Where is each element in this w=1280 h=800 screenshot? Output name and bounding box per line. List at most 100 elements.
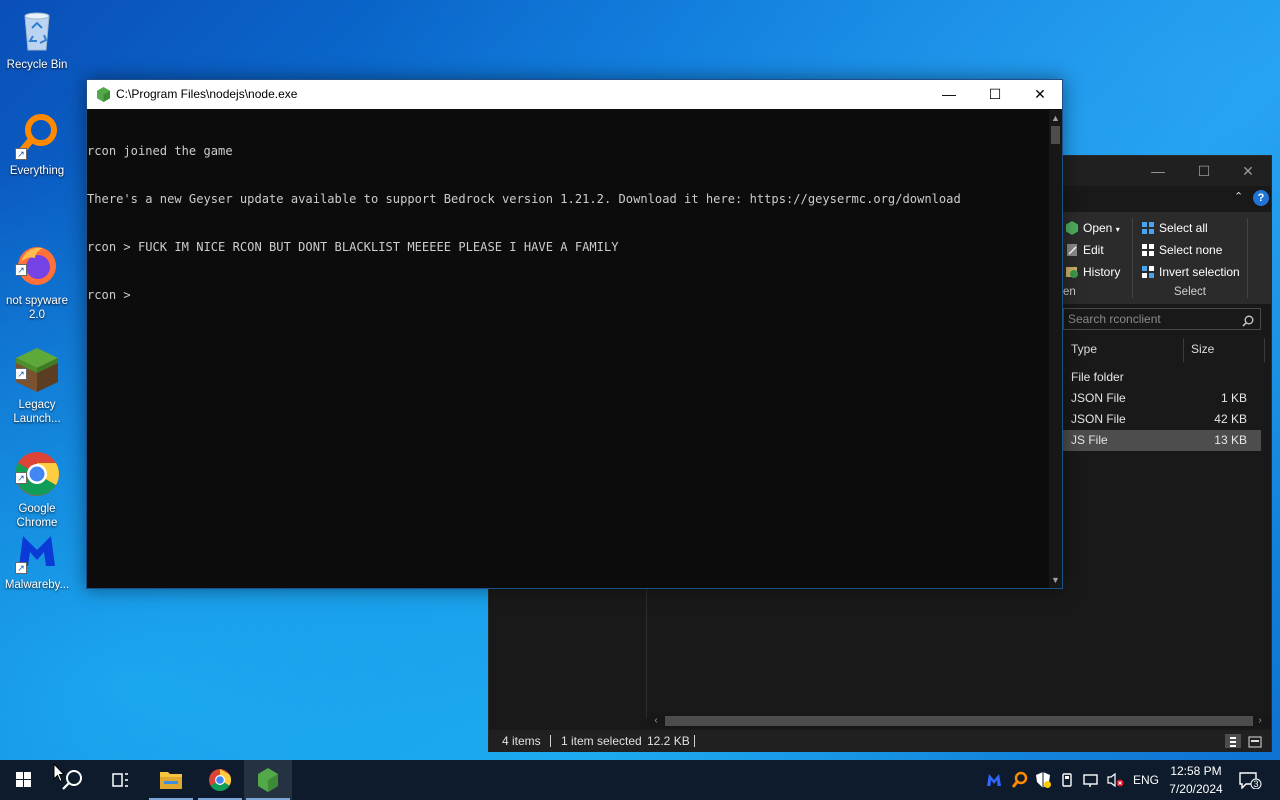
- file-row[interactable]: JSON File 1 KB: [1063, 388, 1261, 409]
- explorer-minimize-button[interactable]: —: [1135, 156, 1181, 186]
- file-type: JSON File: [1071, 412, 1126, 426]
- explorer-close-button[interactable]: ✕: [1225, 156, 1271, 186]
- recycle-bin-icon: [13, 6, 61, 54]
- firefox-icon: ↗: [13, 228, 61, 285]
- taskbar-file-explorer[interactable]: [147, 760, 195, 800]
- search-icon[interactable]: [1242, 313, 1254, 327]
- scrollbar-thumb[interactable]: [1051, 126, 1060, 144]
- taskbar: ENG 12:58 PM 7/20/2024 3: [0, 760, 1280, 800]
- nodejs-icon: [258, 768, 278, 792]
- desktop-icon-label: Everything: [9, 165, 65, 177]
- horizontal-scrollbar[interactable]: ‹ ›: [647, 714, 1271, 728]
- node-console-window[interactable]: C:\Program Files\nodejs\node.exe — ☐ ✕ r…: [86, 79, 1063, 589]
- taskbar-google-chrome[interactable]: [196, 760, 244, 800]
- file-type: File folder: [1071, 370, 1124, 384]
- ribbon-invert-selection-label: Invert selection: [1159, 265, 1240, 279]
- column-divider[interactable]: [1264, 338, 1265, 362]
- shortcut-arrow-icon: ↗: [15, 264, 27, 276]
- ribbon-open-button[interactable]: Open ▾: [1063, 218, 1120, 238]
- taskbar-nodejs-console[interactable]: [244, 760, 292, 800]
- everything-tray-icon[interactable]: [1010, 771, 1028, 789]
- chrome-icon: ↗: [13, 436, 61, 496]
- console-minimize-button[interactable]: —: [926, 80, 972, 109]
- column-header-type[interactable]: Type: [1071, 338, 1097, 360]
- clock-date[interactable]: 7/20/2024: [1166, 782, 1226, 796]
- column-header-size[interactable]: Size: [1191, 338, 1214, 360]
- status-divider: [694, 735, 695, 747]
- explorer-maximize-button[interactable]: ☐: [1181, 156, 1227, 186]
- console-title-bar[interactable]: C:\Program Files\nodejs\node.exe — ☐ ✕: [87, 80, 1062, 109]
- search-placeholder: Search rconclient: [1068, 312, 1161, 326]
- shortcut-arrow-icon: ↗: [15, 562, 27, 574]
- console-vertical-scrollbar[interactable]: ▲ ▼: [1049, 110, 1062, 588]
- file-size: 13 KB: [1214, 433, 1247, 447]
- task-view-button[interactable]: [96, 760, 144, 800]
- input-language-indicator[interactable]: ENG: [1133, 773, 1159, 787]
- file-row[interactable]: File folder: [1063, 367, 1261, 388]
- invert-selection-icon: [1141, 265, 1155, 279]
- desktop-icon-not-spyware[interactable]: ↗ not spyware 2.0: [0, 214, 74, 322]
- security-shield-icon[interactable]: [1034, 771, 1052, 789]
- scroll-left-icon[interactable]: ‹: [649, 714, 663, 728]
- status-divider: [550, 735, 551, 747]
- explorer-search-input[interactable]: Search rconclient: [1063, 308, 1261, 330]
- file-explorer-icon: [160, 772, 182, 789]
- ribbon-select-none-label: Select none: [1159, 243, 1223, 257]
- ribbon-select-all-button[interactable]: Select all: [1139, 218, 1208, 238]
- mouse-cursor-icon: [53, 762, 66, 783]
- ribbon-select-group-label: Select: [1174, 286, 1206, 298]
- malwarebytes-tray-icon[interactable]: [985, 771, 1003, 789]
- usb-device-icon[interactable]: [1058, 771, 1076, 789]
- console-close-button[interactable]: ✕: [1017, 80, 1063, 109]
- file-row[interactable]: JSON File 42 KB: [1063, 409, 1261, 430]
- scrollbar-thumb[interactable]: [665, 716, 1253, 726]
- ribbon-select-none-button[interactable]: Select none: [1139, 240, 1222, 260]
- ribbon-edit-label: Edit: [1083, 243, 1104, 257]
- desktop-icon-recycle-bin[interactable]: Recycle Bin: [0, 6, 74, 72]
- ribbon-history-button[interactable]: History: [1063, 262, 1120, 282]
- notification-count-badge: 3: [1253, 779, 1259, 789]
- select-all-icon: [1141, 221, 1155, 235]
- windows-logo-icon: [16, 772, 31, 787]
- status-item-count: 4 items: [502, 734, 541, 748]
- scroll-down-icon[interactable]: ▼: [1049, 574, 1062, 586]
- desktop-icon-malwarebytes[interactable]: ↗ Malwareby...: [0, 526, 74, 592]
- help-icon[interactable]: ?: [1253, 190, 1269, 206]
- ribbon-edit-button[interactable]: Edit: [1063, 240, 1104, 260]
- malwarebytes-icon: ↗: [13, 526, 61, 574]
- file-size: 42 KB: [1214, 412, 1247, 426]
- desktop-icon-google-chrome[interactable]: ↗ Google Chrome: [0, 422, 74, 530]
- volume-muted-icon[interactable]: [1106, 771, 1124, 789]
- ribbon-invert-selection-button[interactable]: Invert selection: [1139, 262, 1240, 282]
- desktop-icon-everything[interactable]: ↗ Everything: [0, 112, 74, 178]
- shortcut-arrow-icon: ↗: [15, 472, 27, 484]
- console-output[interactable]: rcon joined the game There's a new Geyse…: [87, 110, 1049, 588]
- collapse-ribbon-icon[interactable]: ⌃: [1234, 191, 1246, 203]
- task-view-icon: [112, 773, 128, 787]
- chrome-icon: [209, 769, 231, 791]
- shortcut-arrow-icon: ↗: [15, 368, 27, 380]
- desktop-icon-label: Malwareby...: [4, 579, 70, 591]
- ribbon-open-group-label: en: [1063, 286, 1076, 298]
- explorer-status-bar: 4 items 1 item selected 12.2 KB: [489, 730, 1271, 752]
- shortcut-arrow-icon: ↗: [15, 148, 27, 160]
- status-selection-size: 12.2 KB: [647, 734, 690, 748]
- file-row-selected[interactable]: JS File 13 KB: [1063, 430, 1261, 451]
- network-icon[interactable]: [1082, 771, 1100, 789]
- scroll-right-icon[interactable]: ›: [1253, 714, 1267, 728]
- minecraft-grass-block-icon: ↗: [13, 332, 61, 392]
- clock-time[interactable]: 12:58 PM: [1170, 764, 1222, 778]
- large-icons-view-icon[interactable]: [1247, 734, 1263, 748]
- ribbon-separator: [1132, 218, 1133, 298]
- details-view-icon[interactable]: [1225, 734, 1241, 748]
- file-type: JS File: [1071, 433, 1108, 447]
- console-prompt: rcon >: [87, 288, 138, 302]
- ribbon-history-label: History: [1083, 265, 1121, 279]
- column-divider[interactable]: [1183, 338, 1184, 362]
- notifications-icon[interactable]: 3: [1238, 771, 1262, 790]
- desktop-icon-legacy-launcher[interactable]: ↗ Legacy Launch...: [0, 318, 74, 426]
- scroll-up-icon[interactable]: ▲: [1049, 112, 1062, 124]
- start-button[interactable]: [0, 760, 48, 800]
- console-maximize-button[interactable]: ☐: [972, 80, 1018, 109]
- file-size: 1 KB: [1220, 391, 1247, 405]
